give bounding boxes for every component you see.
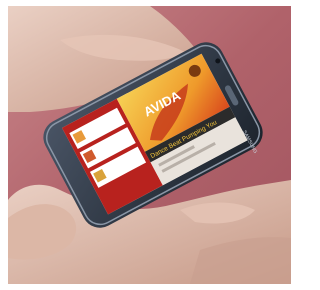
photo-svg: AVIDA Dance Beat Pumping You SAMSUNG <box>0 0 299 290</box>
photo-scene: AVIDA Dance Beat Pumping You SAMSUNG <box>0 0 299 290</box>
